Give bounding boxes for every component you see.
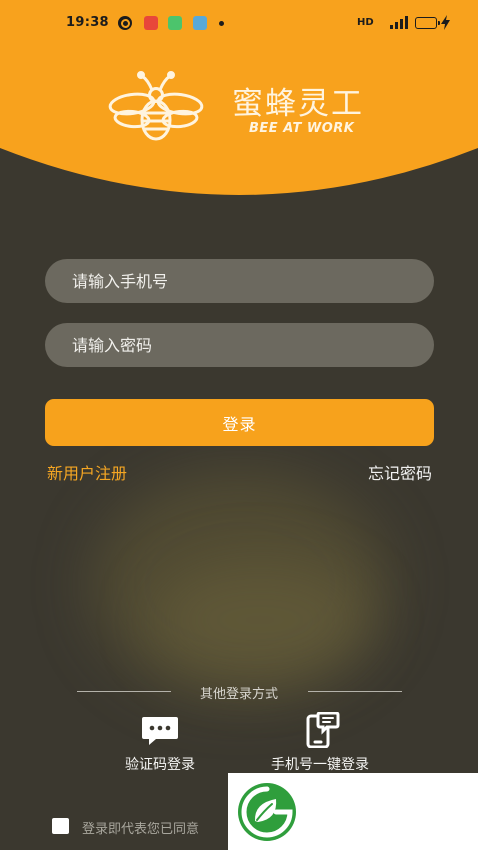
- sms-code-icon: [142, 717, 178, 745]
- forgot-password-link[interactable]: 忘记密码: [368, 460, 432, 484]
- background-blur-shape: [150, 560, 370, 680]
- phone-input[interactable]: [45, 259, 434, 303]
- red-app-icon: [144, 16, 158, 30]
- login-screen: 19:38 HD 蜜蜂灵工 BEE AT WORK 请输入手机号 登录 新用户注…: [0, 0, 478, 850]
- battery-icon: [415, 17, 440, 29]
- sms-code-login-button[interactable]: 验证码登录: [100, 712, 220, 774]
- green-leaf-logo-icon: [238, 783, 296, 841]
- sms-code-login-label: 验证码登录: [125, 757, 195, 773]
- green-app-icon: [168, 16, 182, 30]
- brand-name: 蜜蜂灵工: [232, 86, 364, 122]
- phone-one-tap-icon: [306, 712, 340, 748]
- phone-one-tap-login-button[interactable]: 手机号一键登录: [250, 712, 390, 774]
- agreement-checkbox[interactable]: [52, 818, 69, 834]
- network-label: HD: [357, 17, 374, 28]
- signal-icon: [390, 16, 408, 29]
- charging-icon: [441, 15, 450, 30]
- blue-app-icon: [193, 16, 207, 30]
- phone-one-tap-login-label: 手机号一键登录: [271, 757, 369, 773]
- divider-right: [308, 691, 402, 692]
- watermark-panel: [228, 773, 478, 850]
- brand-tagline: BEE AT WORK: [249, 121, 355, 136]
- background-blur-shape: [90, 470, 390, 700]
- agreement-text: 登录即代表您已同意: [82, 822, 200, 837]
- register-link[interactable]: 新用户注册: [47, 460, 127, 484]
- more-notifications-dot: [219, 21, 224, 26]
- other-login-title: 其他登录方式: [199, 687, 278, 702]
- quark-icon: [118, 16, 132, 30]
- bee-icon: [108, 71, 204, 141]
- status-time: 19:38: [66, 15, 109, 30]
- password-input[interactable]: [45, 323, 434, 367]
- login-button[interactable]: 登录: [45, 399, 434, 446]
